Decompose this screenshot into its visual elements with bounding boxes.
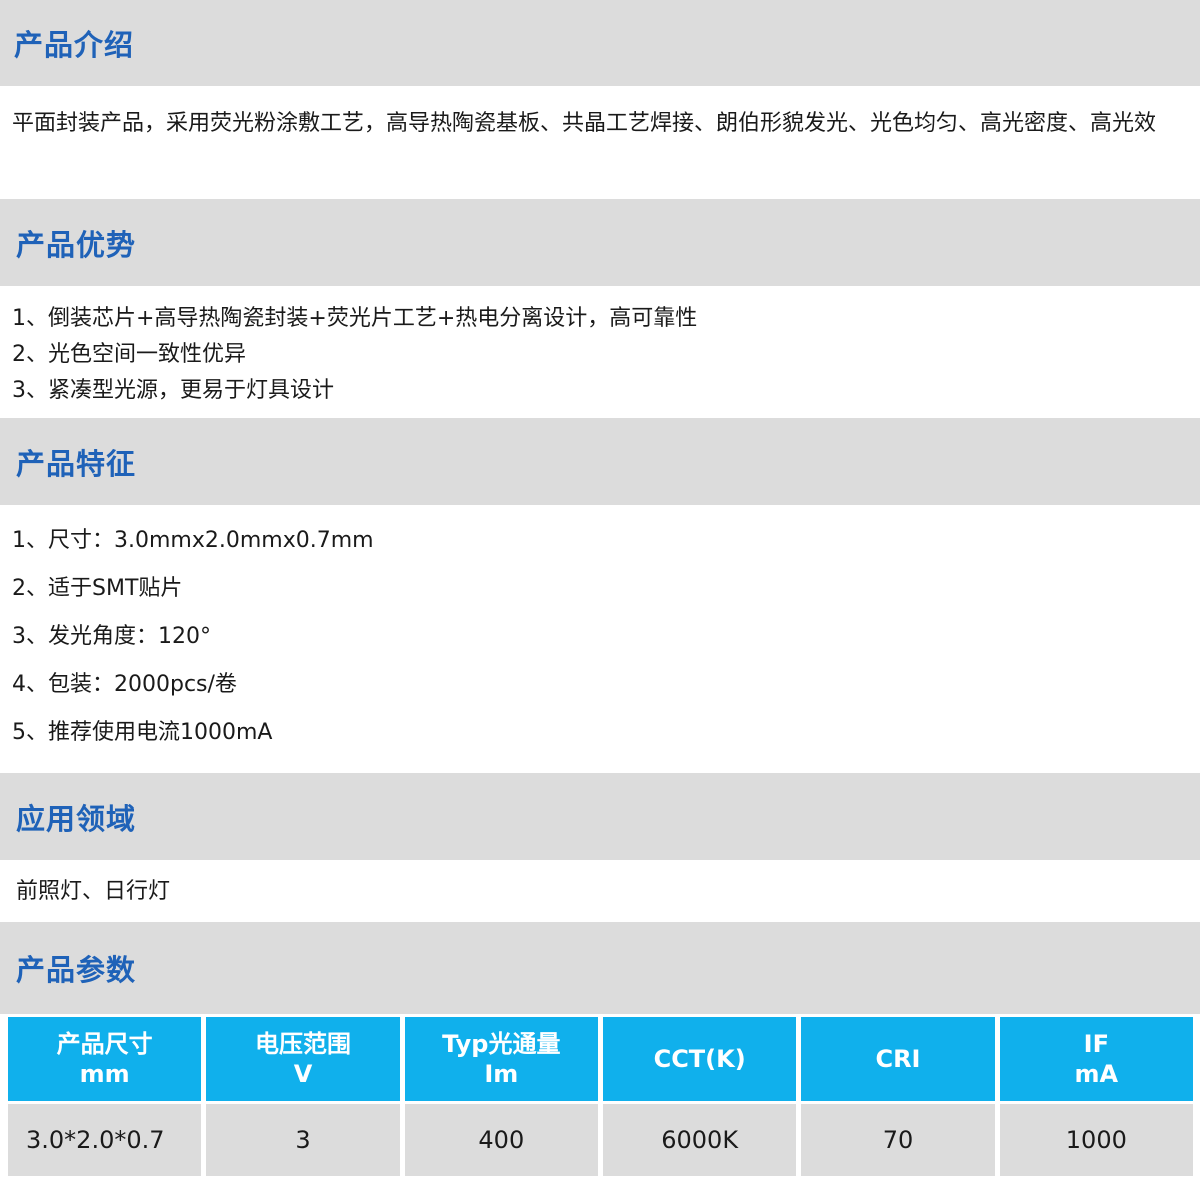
cell-cri: 70 bbox=[801, 1104, 995, 1176]
header-if: IF mA bbox=[999, 1017, 1193, 1101]
header-cri: CRI bbox=[801, 1017, 995, 1101]
header-cct: CCT(K) bbox=[602, 1017, 797, 1101]
applications-text: 前照灯、日行灯 bbox=[16, 879, 171, 904]
features-list: 1、尺寸：3.0mmx2.0mmx0.7mm 2、适于SMT贴片 3、发光角度：… bbox=[12, 517, 1188, 757]
header-cct-label: CCT(K) bbox=[653, 1045, 746, 1073]
cell-size: 3.0*2.0*0.7 bbox=[8, 1104, 202, 1176]
list-item: 3、紧凑型光源，更易于灯具设计 bbox=[12, 378, 334, 403]
header-voltage: 电压范围 V bbox=[206, 1017, 400, 1101]
list-item: 5、推荐使用电流1000mA bbox=[12, 720, 273, 745]
list-item: 1、尺寸：3.0mmx2.0mmx0.7mm bbox=[12, 528, 374, 553]
header-if-label: IF bbox=[1083, 1030, 1109, 1058]
parameters-table: 产品尺寸 mm 电压范围 V Typ光通量 Im CCT(K) CRI IF m… bbox=[3, 1014, 1198, 1179]
header-size-unit: mm bbox=[79, 1060, 130, 1088]
section-title-intro: 产品介绍 bbox=[14, 28, 135, 62]
cell-flux: 400 bbox=[404, 1104, 598, 1176]
list-item: 2、适于SMT贴片 bbox=[12, 576, 183, 601]
advantages-list: 1、倒装芯片+高导热陶瓷封装+荧光片工艺+热电分离设计，高可靠性 2、光色空间一… bbox=[12, 301, 1188, 409]
table-header-row: 产品尺寸 mm 电压范围 V Typ光通量 Im CCT(K) CRI IF m… bbox=[8, 1017, 1193, 1101]
intro-text: 平面封装产品，采用荧光粉涂敷工艺，高导热陶瓷基板、共晶工艺焊接、朗伯形貌发光、光… bbox=[12, 111, 1157, 136]
header-cri-label: CRI bbox=[875, 1045, 921, 1073]
header-voltage-label: 电压范围 bbox=[254, 1030, 351, 1058]
list-item: 1、倒装芯片+高导热陶瓷封装+荧光片工艺+热电分离设计，高可靠性 bbox=[12, 306, 698, 331]
list-item: 3、发光角度：120° bbox=[12, 624, 211, 649]
header-flux-label: Typ光通量 bbox=[442, 1030, 561, 1058]
table-row: 3.0*2.0*0.7 3 400 6000K 70 1000 bbox=[8, 1104, 1193, 1176]
section-title-applications: 应用领域 bbox=[16, 801, 137, 836]
section-title-advantages: 产品优势 bbox=[16, 227, 137, 262]
header-size-label: 产品尺寸 bbox=[56, 1030, 153, 1058]
section-header-applications: 应用领域 bbox=[0, 773, 1200, 860]
cell-voltage: 3 bbox=[206, 1104, 400, 1176]
header-flux-unit: Im bbox=[484, 1060, 519, 1088]
list-item: 4、包装：2000pcs/卷 bbox=[12, 672, 237, 697]
section-header-advantages: 产品优势 bbox=[0, 199, 1200, 286]
section-title-features: 产品特征 bbox=[16, 446, 137, 481]
header-flux: Typ光通量 Im bbox=[404, 1017, 598, 1101]
section-header-parameters: 产品参数 bbox=[0, 922, 1200, 1014]
cell-cct: 6000K bbox=[602, 1104, 797, 1176]
header-if-unit: mA bbox=[1074, 1060, 1119, 1088]
cell-if: 1000 bbox=[999, 1104, 1193, 1176]
header-voltage-unit: V bbox=[293, 1060, 313, 1088]
section-header-intro: 产品介绍 bbox=[0, 0, 1200, 86]
section-header-features: 产品特征 bbox=[0, 418, 1200, 505]
header-size: 产品尺寸 mm bbox=[8, 1017, 202, 1101]
section-title-parameters: 产品参数 bbox=[16, 953, 137, 987]
list-item: 2、光色空间一致性优异 bbox=[12, 342, 246, 367]
